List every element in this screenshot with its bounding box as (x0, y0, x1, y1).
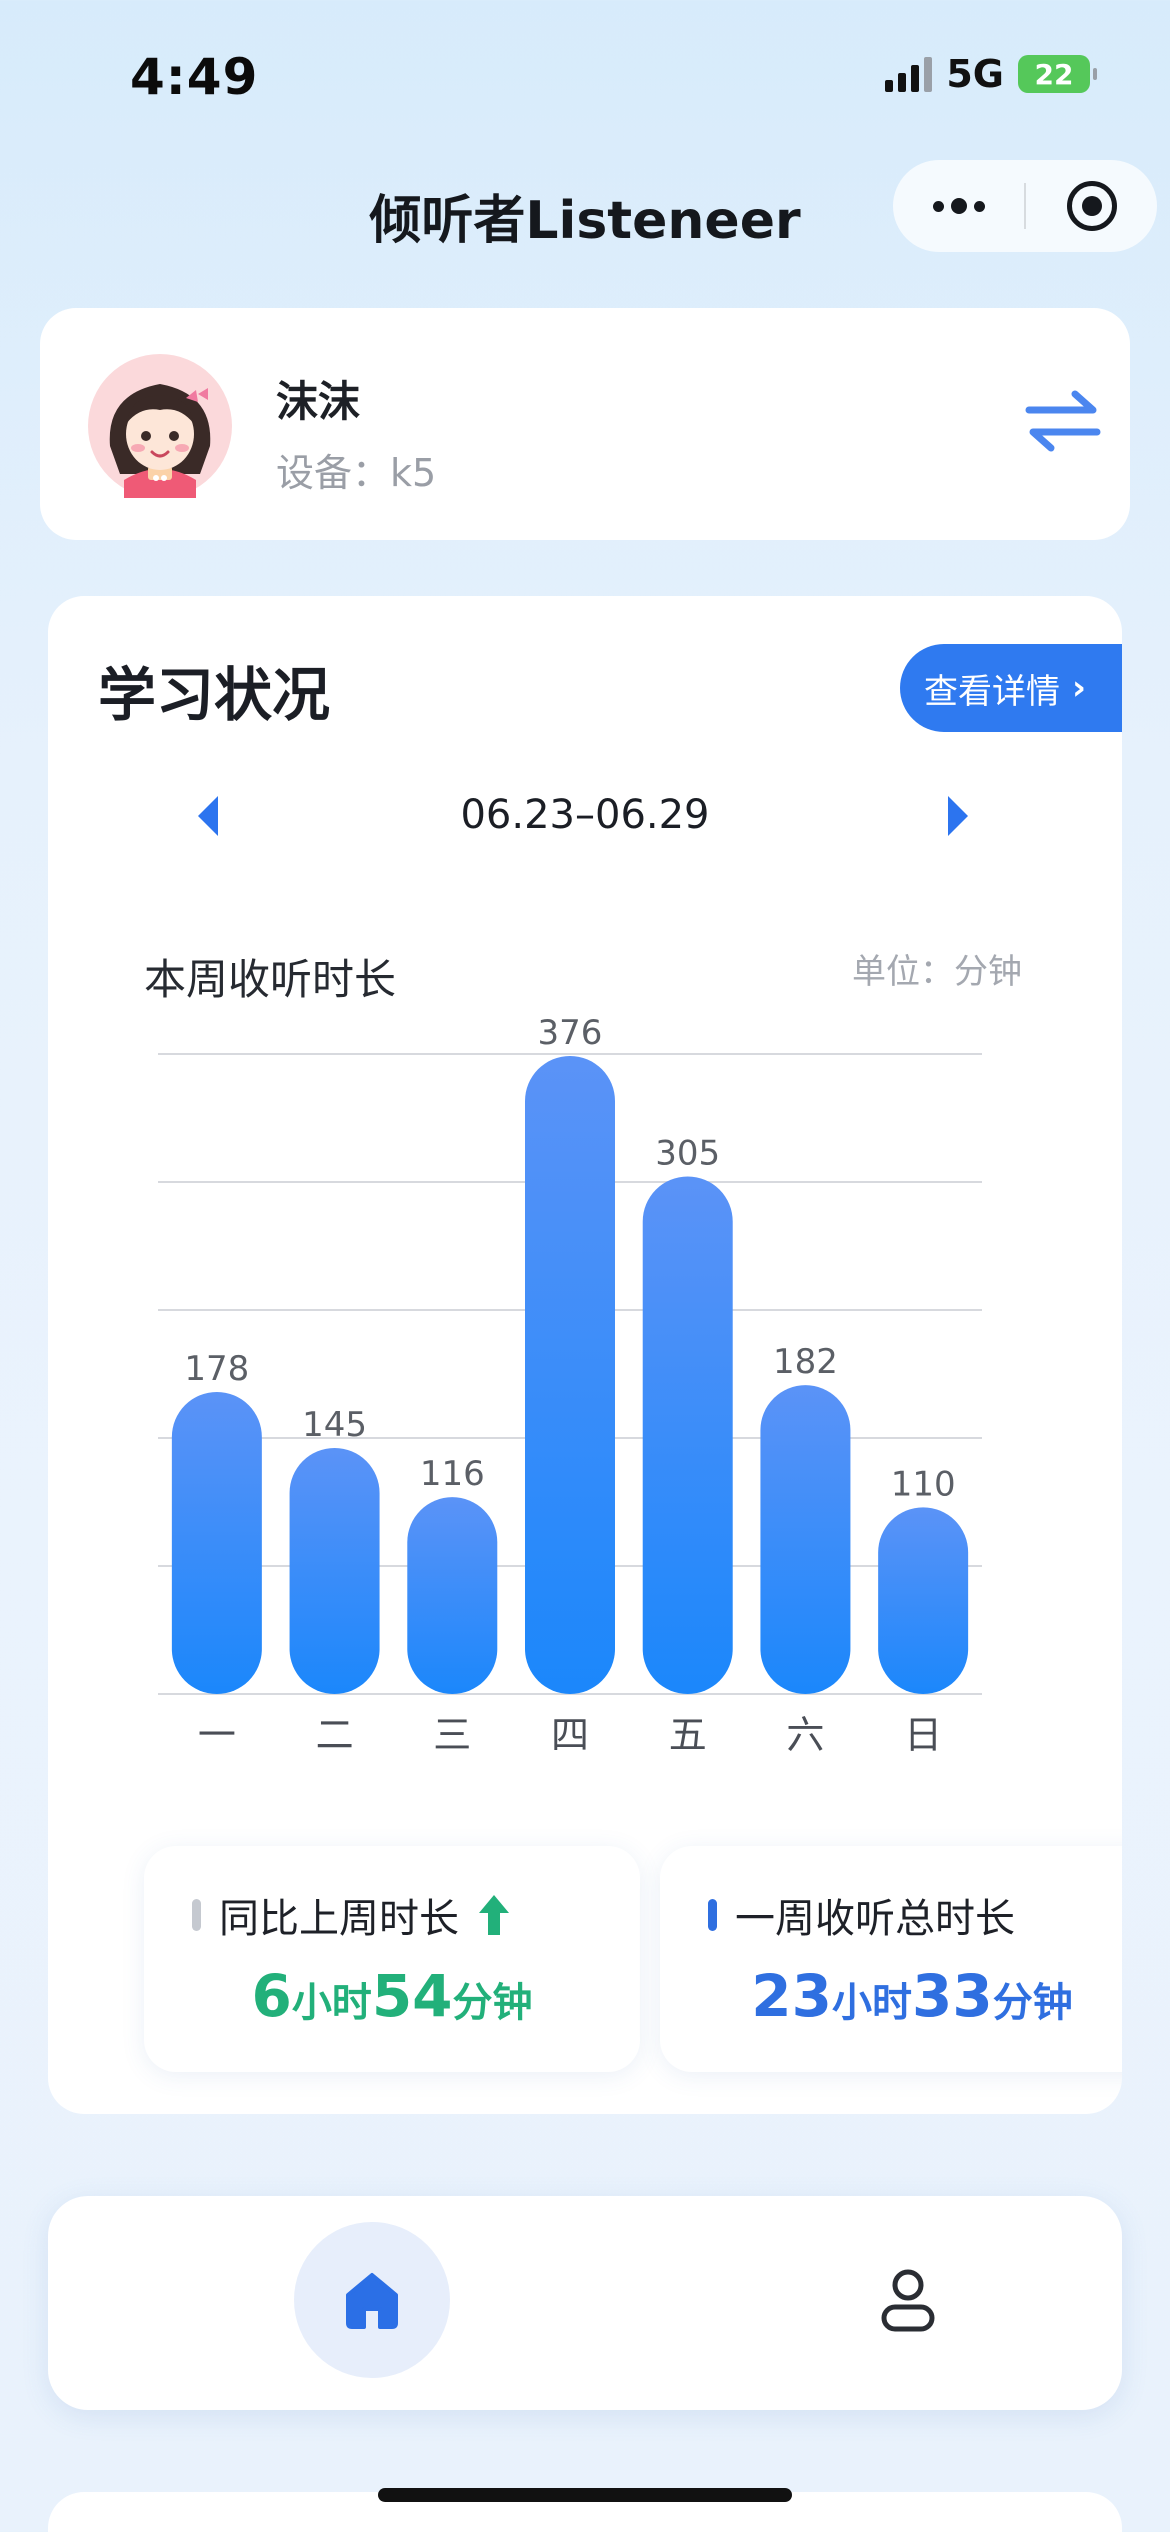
bar-五 (642, 1176, 733, 1694)
value-label: 182 (773, 1342, 838, 1382)
week-total-hours: 23 (751, 1962, 832, 2030)
mini-program-capsule (893, 160, 1157, 252)
tab-home[interactable] (294, 2222, 450, 2378)
tab-profile[interactable] (830, 2222, 986, 2378)
weekly-listening-chart: 178 145 116 376 305 182 110 一 二 三 四 五 六 日 (158, 1013, 982, 1757)
target-icon (1066, 181, 1117, 231)
profile-card[interactable]: 沫沫 设备：k5 (40, 308, 1130, 540)
value-label: 116 (420, 1454, 485, 1494)
status-indicators: 5G 22 (885, 52, 1097, 96)
swap-arrows-icon[interactable] (1023, 386, 1103, 456)
week-total-label: 一周收听总时长 (735, 1896, 1015, 1942)
bar-三 (407, 1497, 498, 1694)
profile-name: 沫沫 (276, 377, 361, 426)
close-button[interactable] (1026, 160, 1157, 252)
category-label: 二 (316, 1713, 354, 1757)
week-total-label-row: 一周收听总时长 (708, 1886, 1015, 1944)
arrow-up-icon (479, 1895, 509, 1935)
indicator-bar (192, 1899, 201, 1931)
bar-二 (289, 1447, 380, 1694)
value-label: 305 (655, 1133, 720, 1173)
category-label: 一 (198, 1713, 236, 1757)
home-icon (346, 2273, 398, 2329)
week-compare-value: 6小时54分钟 (144, 1962, 640, 2030)
minutes-unit: 分钟 (452, 1980, 533, 2026)
avatar (88, 354, 232, 498)
bar-日 (878, 1507, 969, 1694)
value-label: 110 (891, 1464, 956, 1504)
battery-level: 22 (1034, 57, 1074, 91)
hours-unit: 小时 (832, 1980, 912, 2026)
bar-一 (171, 1391, 262, 1694)
week-total-tile: 一周收听总时长 23小时33分钟 (660, 1846, 1122, 2072)
week-compare-label-row: 同比上周时长 (192, 1886, 511, 1944)
value-label: 376 (538, 1013, 603, 1053)
home-indicator[interactable] (378, 2488, 792, 2502)
week-total-minutes: 33 (912, 1962, 993, 2030)
week-compare-minutes: 54 (371, 1962, 453, 2030)
indicator-bar (708, 1899, 717, 1931)
minutes-unit: 分钟 (992, 1980, 1073, 2026)
bar-六 (760, 1385, 851, 1694)
study-status-card: 学习状况 查看详情 › 06.23–06.29 本周收听时长 单位：分钟 178… (48, 596, 1122, 2114)
value-label: 145 (302, 1405, 367, 1445)
signal-icon (885, 56, 933, 92)
category-label: 五 (669, 1713, 707, 1757)
status-time: 4:49 (130, 48, 259, 106)
user-icon (881, 2269, 935, 2332)
tab-bar (48, 2196, 1122, 2410)
category-label: 四 (551, 1713, 589, 1757)
battery-icon: 22 (1018, 55, 1097, 93)
category-label: 六 (786, 1713, 824, 1757)
hours-unit: 小时 (291, 1980, 372, 2026)
category-label: 三 (433, 1713, 471, 1757)
week-compare-label: 同比上周时长 (219, 1896, 459, 1942)
network-type: 5G (946, 52, 1004, 96)
week-compare-hours: 6 (251, 1962, 292, 2030)
profile-device: 设备：k5 (276, 451, 437, 495)
week-total-value: 23小时33分钟 (660, 1962, 1122, 2030)
value-label: 178 (184, 1349, 249, 1389)
more-dots-icon (932, 198, 985, 214)
more-button[interactable] (893, 160, 1024, 252)
week-compare-tile: 同比上周时长 6小时54分钟 (144, 1846, 640, 2072)
bar-四 (525, 1056, 615, 1694)
category-label: 日 (904, 1713, 942, 1757)
